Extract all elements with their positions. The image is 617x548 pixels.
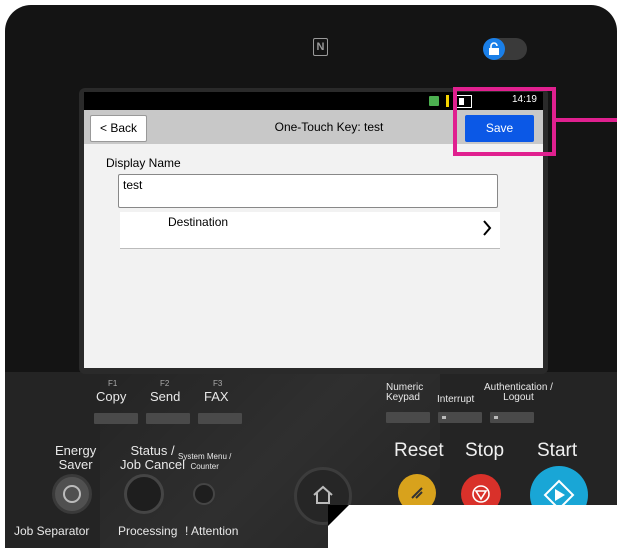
system-menu-button[interactable]	[193, 483, 215, 505]
destination-label: Destination	[168, 215, 229, 229]
highlight-pointer	[556, 118, 617, 122]
processing-label: Processing	[118, 524, 178, 538]
reset-icon	[411, 487, 423, 499]
page-corner-fold	[328, 505, 349, 526]
attention-label: ! Attention	[185, 524, 239, 538]
destination-row[interactable]: Destination	[120, 212, 500, 249]
energy-saver-label: Energy Saver	[55, 443, 97, 472]
numeric-keypad-key[interactable]	[386, 412, 430, 423]
page-corner-cover	[328, 505, 617, 548]
nfc-icon: N	[313, 38, 328, 56]
lock-toggle[interactable]	[483, 38, 527, 60]
interrupt-led	[442, 416, 446, 419]
send-key-label: Send	[150, 389, 181, 404]
energy-saver-button[interactable]	[52, 474, 92, 514]
save-highlight-box	[453, 87, 556, 156]
unlock-icon	[489, 42, 499, 55]
status-green-icon	[429, 96, 439, 106]
f1-code: F1	[108, 379, 118, 388]
back-button[interactable]: < Back	[90, 115, 147, 142]
chevron-right-icon	[483, 220, 492, 236]
numeric-keypad-label: Numeric Keypad	[386, 382, 424, 403]
fax-key-label: FAX	[204, 389, 229, 404]
copy-key[interactable]	[94, 413, 138, 424]
copy-key-label: Copy	[96, 389, 127, 404]
home-icon	[313, 485, 333, 504]
auth-logout-key[interactable]	[490, 412, 534, 423]
job-separator-label: Job Separator	[14, 524, 90, 538]
auth-led	[494, 416, 498, 419]
stop-icon	[472, 485, 490, 503]
start-label: Start	[537, 440, 578, 461]
screen-title: One-Touch Key: test	[274, 120, 384, 134]
f3-code: F3	[213, 379, 223, 388]
interrupt-key[interactable]	[438, 412, 482, 423]
reset-label: Reset	[394, 440, 444, 461]
send-key[interactable]	[146, 413, 190, 424]
status-job-cancel-label: Status / Job Cancel	[120, 443, 186, 472]
status-yellow-icon	[446, 95, 449, 107]
moon-icon	[63, 485, 81, 503]
status-job-cancel-button[interactable]	[124, 474, 164, 514]
system-menu-label: System Menu / Counter	[178, 452, 232, 471]
auth-logout-label: Authentication / Logout	[484, 382, 553, 403]
display-name-input[interactable]: test	[118, 174, 498, 208]
interrupt-label: Interrupt	[437, 394, 475, 405]
f2-code: F2	[160, 379, 170, 388]
fax-key[interactable]	[198, 413, 242, 424]
display-name-label: Display Name	[106, 156, 181, 170]
stop-label: Stop	[465, 440, 505, 461]
